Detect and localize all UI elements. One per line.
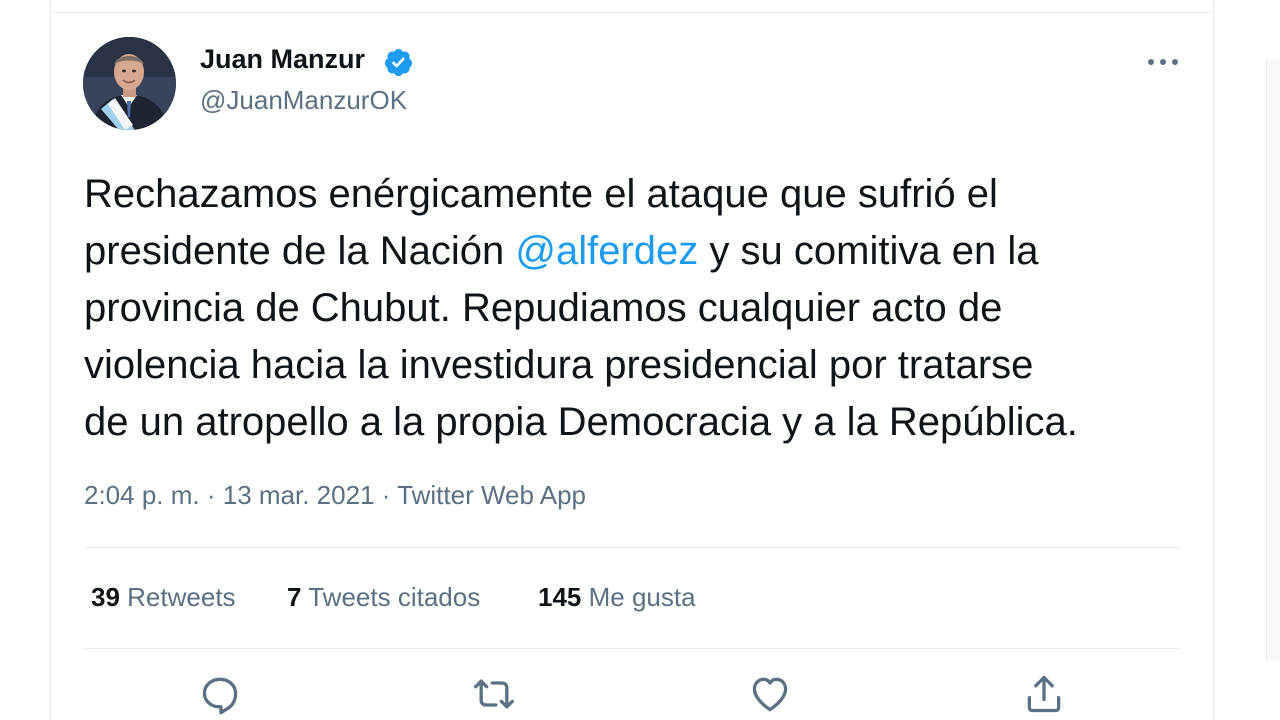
divider [84,648,1181,649]
tweet-page: Juan Manzur @JuanManzurOK Rechazamos ené… [0,0,1280,720]
likes-stat[interactable]: 145 Me gusta [538,582,696,613]
meta-separator: · [199,480,223,510]
tweet-text-line: violencia hacia la investidura presidenc… [84,343,1034,387]
tweet-metadata: 2:04 p. m. · 13 mar. 2021 · Twitter Web … [84,480,586,511]
tweet-text-segment: y su comitiva en la [698,229,1039,273]
more-options-icon[interactable] [1145,48,1181,76]
mention-link[interactable]: @alferdez [515,229,698,273]
likes-label: Me gusta [588,582,696,612]
sidebar-edge [1266,60,1280,660]
share-icon[interactable] [1022,672,1066,716]
author-name[interactable]: Juan Manzur [200,44,365,75]
tweet-time[interactable]: 2:04 p. m. [84,480,200,510]
retweet-icon[interactable] [472,672,516,716]
profile-photo-icon [83,37,176,130]
quote-tweets-stat[interactable]: 7 Tweets citados [287,582,480,613]
tweet-text-line: presidente de la Nación @alferdez y su c… [84,223,1204,280]
tweet-text-line: provincia de Chubut. Repudiamos cualquie… [84,286,1003,330]
tweet-text: Rechazamos enérgicamente el ataque que s… [84,166,1204,451]
verified-badge-icon [384,48,413,77]
tweet-source[interactable]: Twitter Web App [397,480,586,510]
meta-separator: · [374,480,398,510]
author-handle[interactable]: @JuanManzurOK [200,85,407,116]
tweet-date[interactable]: 13 mar. 2021 [223,480,375,510]
tweet-text-line: Rechazamos enérgicamente el ataque que s… [84,172,998,216]
tweet-text-segment: presidente de la Nación [84,229,516,273]
likes-count: 145 [538,582,582,612]
retweets-label: Retweets [127,582,236,612]
retweets-stat[interactable]: 39 Retweets [91,582,236,613]
column-top-border [50,12,1214,13]
divider [84,547,1181,548]
like-icon[interactable] [748,672,792,716]
tweet-text-line: de un atropello a la propia Democracia y… [84,400,1078,444]
avatar[interactable] [83,37,176,130]
reply-icon[interactable] [198,672,242,716]
quote-tweets-label: Tweets citados [308,582,481,612]
column-left-border [50,0,51,720]
quote-tweets-count: 7 [287,582,302,612]
retweets-count: 39 [91,582,120,612]
column-right-border [1213,0,1214,720]
